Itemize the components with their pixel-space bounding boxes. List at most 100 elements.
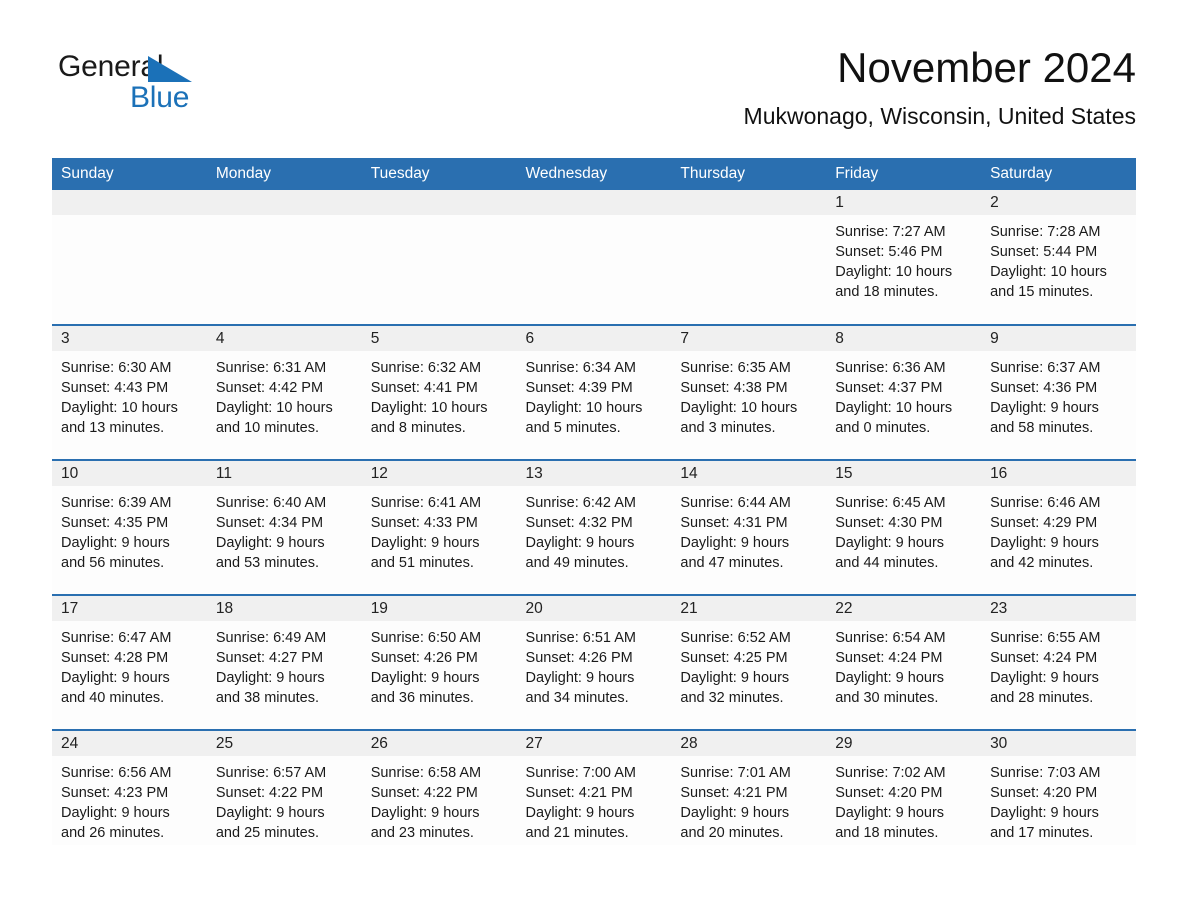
day-detail-sunrise: Sunrise: 7:02 AM [835,765,946,781]
calendar-day-cell[interactable]: 11 Sunrise: 6:40 AM Sunset: 4:34 PM Dayligh… [206,459,362,595]
day-detail-daylight: Daylight: 9 hours [835,805,945,821]
calendar-day-cell[interactable]: 2 Sunrise: 7:28 AM Sunset: 5:44 PM Daylight… [981,190,1136,325]
day-detail-sunset: Sunset: 4:28 PM [61,650,169,666]
weekday-header-wednesday: Wednesday [516,158,672,190]
weekday-header-friday: Friday [826,158,982,190]
calendar-day-cell[interactable]: 18 Sunrise: 6:49 AM Sunset: 4:27 PM Dayligh… [206,594,362,730]
day-detail-sunrise: Sunrise: 6:30 AM [61,360,172,376]
calendar-day-cell[interactable]: 1 Sunrise: 7:27 AM Sunset: 5:46 PM Daylight… [826,190,982,325]
calendar-day-cell[interactable]: 17 Sunrise: 6:47 AM Sunset: 4:28 PM Dayligh… [52,594,207,730]
day-detail-sunrise: Sunrise: 6:55 AM [990,630,1101,646]
day-details: Sunrise: 6:41 AM Sunset: 4:33 PM Daylight:… [362,486,517,573]
day-number: 7 [671,326,827,351]
general-blue-logo[interactable]: General Blue [58,52,218,114]
calendar-day-cell[interactable]: 19 Sunrise: 6:50 AM Sunset: 4:26 PM Dayligh… [361,594,517,730]
day-detail-daylight: Daylight: 9 hours [61,535,170,551]
calendar-day-cell[interactable]: 13 Sunrise: 6:42 AM Sunset: 4:32 PM Dayligh… [516,459,672,595]
calendar-day-cell[interactable]: 20 Sunrise: 6:51 AM Sunset: 4:26 PM Dayligh… [516,594,672,730]
page-header: General Blue November 2024 Mukwonago, Wi… [0,0,1188,128]
day-detail-daylight: Daylight: 10 hours [835,264,953,280]
day-detail-daylight: Daylight: 9 hours [525,535,635,551]
calendar-day-cell[interactable]: 28 Sunrise: 7:01 AM Sunset: 4:21 PM Dayligh… [671,729,827,845]
day-detail-daylight: and 5 minutes. [525,420,621,436]
sunrise-sunset-calendar-table: Sunday Monday Tuesday Wednesday Thursday… [52,158,1136,845]
day-number: 13 [516,461,672,486]
calendar-day-cell[interactable]: 21 Sunrise: 6:52 AM Sunset: 4:25 PM Dayligh… [671,594,827,730]
day-detail-daylight: and 18 minutes. [835,825,939,841]
calendar-day-cell[interactable]: 14 Sunrise: 6:44 AM Sunset: 4:31 PM Dayligh… [671,459,827,595]
day-detail-daylight: Daylight: 9 hours [61,805,170,821]
day-number: 26 [361,731,517,756]
calendar-day-cell[interactable]: 12 Sunrise: 6:41 AM Sunset: 4:33 PM Dayligh… [361,459,517,595]
day-detail-sunrise: Sunrise: 6:46 AM [990,495,1101,511]
day-detail-sunrise: Sunrise: 6:56 AM [61,765,172,781]
calendar-day-cell[interactable]: 15 Sunrise: 6:45 AM Sunset: 4:30 PM Dayligh… [826,459,982,595]
day-detail-daylight: and 10 minutes. [215,420,320,436]
day-details: Sunrise: 6:51 AM Sunset: 4:26 PM Daylight:… [517,621,672,708]
calendar-day-cell[interactable]: 6 Sunrise: 6:34 AM Sunset: 4:39 PM Daylight… [516,324,672,460]
calendar-body: 1 Sunrise: 7:27 AM Sunset: 5:46 PM Daylight… [52,190,1136,845]
calendar-page: General Blue November 2024 Mukwonago, Wi… [0,0,1188,918]
day-number: 23 [981,596,1136,621]
calendar-day-cell[interactable]: 8 Sunrise: 6:36 AM Sunset: 4:37 PM Daylight… [826,324,982,460]
calendar-day-cell[interactable]: 23 Sunrise: 6:55 AM Sunset: 4:24 PM Dayligh… [981,594,1136,730]
calendar-day-cell[interactable]: 9 Sunrise: 6:37 AM Sunset: 4:36 PM Daylight… [981,324,1136,460]
day-number: 4 [206,326,362,351]
day-detail-daylight: Daylight: 10 hours [680,400,798,416]
day-detail-sunset: Sunset: 4:36 PM [990,380,1098,396]
day-detail-daylight: and 40 minutes. [61,690,165,706]
day-detail-daylight: Daylight: 9 hours [990,535,1099,551]
day-detail-sunrise: Sunrise: 6:31 AM [215,360,327,376]
day-detail-sunrise: Sunrise: 6:52 AM [680,630,791,646]
day-number: 16 [981,461,1136,486]
calendar-day-cell[interactable]: 24 Sunrise: 6:56 AM Sunset: 4:23 PM Dayligh… [52,729,207,845]
day-details: Sunrise: 6:52 AM Sunset: 4:25 PM Daylight:… [671,621,826,708]
calendar-day-cell[interactable]: 27 Sunrise: 7:00 AM Sunset: 4:21 PM Dayligh… [516,729,672,845]
calendar-day-cell[interactable]: 26 Sunrise: 6:58 AM Sunset: 4:22 PM Dayligh… [361,729,517,845]
day-number: 12 [361,461,517,486]
calendar-day-cell[interactable]: 16 Sunrise: 6:46 AM Sunset: 4:29 PM Dayligh… [981,459,1136,595]
calendar-day-cell-empty [671,190,827,325]
calendar-day-cell[interactable]: 30 Sunrise: 7:03 AM Sunset: 4:20 PM Dayligh… [981,729,1136,845]
day-details: Sunrise: 6:44 AM Sunset: 4:31 PM Daylight:… [671,486,826,573]
day-number: 10 [52,461,207,486]
day-detail-sunrise: Sunrise: 6:54 AM [835,630,946,646]
calendar-day-cell[interactable]: 22 Sunrise: 6:54 AM Sunset: 4:24 PM Dayligh… [826,594,982,730]
day-detail-sunset: Sunset: 4:30 PM [835,515,943,531]
day-detail-sunset: Sunset: 5:44 PM [990,244,1098,260]
calendar-week-row: 3 Sunrise: 6:30 AM Sunset: 4:43 PM Daylight… [52,324,1136,460]
day-detail-daylight: and 8 minutes. [370,420,466,436]
calendar-day-cell[interactable]: 25 Sunrise: 6:57 AM Sunset: 4:22 PM Dayligh… [206,729,362,845]
day-detail-daylight: Daylight: 9 hours [370,805,480,821]
day-details: Sunrise: 6:39 AM Sunset: 4:35 PM Daylight:… [52,486,207,573]
day-number: 18 [206,596,362,621]
day-details: Sunrise: 7:03 AM Sunset: 4:20 PM Daylight:… [981,756,1136,843]
day-number [516,190,672,215]
day-detail-sunset: Sunset: 4:38 PM [680,380,788,396]
day-number: 29 [826,731,982,756]
day-detail-daylight: and 17 minutes. [990,825,1094,841]
day-detail-daylight: Daylight: 10 hours [61,400,178,416]
day-detail-sunset: Sunset: 4:24 PM [990,650,1098,666]
day-detail-daylight: and 42 minutes. [990,555,1094,571]
day-detail-daylight: and 53 minutes. [215,555,320,571]
weekday-header-row: Sunday Monday Tuesday Wednesday Thursday… [52,158,1136,190]
day-detail-sunrise: Sunrise: 7:00 AM [525,765,636,781]
calendar-day-cell[interactable]: 29 Sunrise: 7:02 AM Sunset: 4:20 PM Dayligh… [826,729,982,845]
calendar-day-cell[interactable]: 4 Sunrise: 6:31 AM Sunset: 4:42 PM Daylight… [206,324,362,460]
day-detail-daylight: Daylight: 9 hours [525,670,635,686]
day-detail-daylight: Daylight: 10 hours [835,400,953,416]
calendar-day-cell[interactable]: 5 Sunrise: 6:32 AM Sunset: 4:41 PM Daylight… [361,324,517,460]
day-number: 24 [52,731,207,756]
calendar-container: Sunday Monday Tuesday Wednesday Thursday… [52,158,1136,845]
calendar-day-cell[interactable]: 7 Sunrise: 6:35 AM Sunset: 4:38 PM Daylight… [671,324,827,460]
calendar-day-cell[interactable]: 3 Sunrise: 6:30 AM Sunset: 4:43 PM Daylight… [52,324,207,460]
calendar-week-row: 10 Sunrise: 6:39 AM Sunset: 4:35 PM Dayligh… [52,459,1136,595]
day-details: Sunrise: 7:27 AM Sunset: 5:46 PM Daylight:… [826,215,981,302]
day-detail-sunset: Sunset: 4:21 PM [680,785,788,801]
title-block: November 2024 Mukwonago, Wisconsin, Unit… [744,45,1136,129]
day-detail-daylight: Daylight: 10 hours [525,400,643,416]
calendar-week-row: 1 Sunrise: 7:27 AM Sunset: 5:46 PM Daylight… [52,190,1136,325]
day-detail-sunrise: Sunrise: 6:44 AM [680,495,791,511]
calendar-day-cell[interactable]: 10 Sunrise: 6:39 AM Sunset: 4:35 PM Dayligh… [52,459,207,595]
